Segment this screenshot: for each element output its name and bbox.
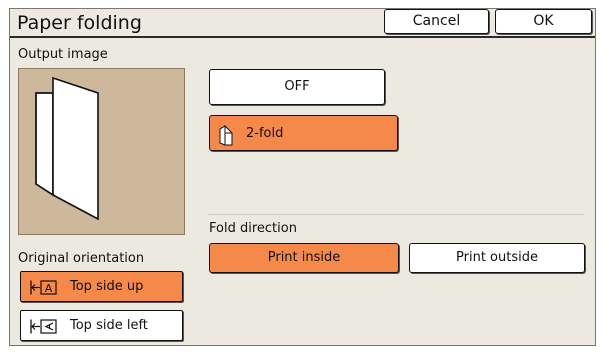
top-side-up-button[interactable]: A Top side up [20, 271, 183, 302]
fold-direction-label: Fold direction [209, 221, 297, 236]
print-inside-label: Print inside [267, 250, 341, 265]
fold-off-label: OFF [284, 79, 310, 94]
dialog-title: Paper folding [17, 12, 142, 34]
output-image-label: Output image [18, 47, 108, 62]
ok-button[interactable]: OK [495, 9, 592, 34]
svg-text:A: A [45, 282, 53, 295]
top-side-up-icon: A [30, 280, 57, 295]
fold-off-button[interactable]: OFF [209, 69, 385, 105]
original-orientation-label: Original orientation [18, 251, 145, 266]
output-image-preview [18, 68, 185, 235]
two-fold-label: 2-fold [246, 126, 284, 141]
top-side-up-label: Top side up [70, 279, 144, 294]
fold-direction-divider [208, 214, 584, 215]
top-side-left-button[interactable]: Top side left [20, 310, 183, 341]
top-side-left-label: Top side left [70, 318, 148, 333]
paper-folding-dialog: Paper folding Cancel OK Output image OFF… [9, 8, 596, 346]
print-outside-label: Print outside [456, 250, 538, 265]
title-bar: Paper folding Cancel OK [10, 9, 595, 38]
print-inside-button[interactable]: Print inside [209, 243, 399, 273]
cancel-button[interactable]: Cancel [384, 9, 489, 34]
two-fold-button[interactable]: 2-fold [209, 115, 398, 151]
folded-paper-icon [35, 76, 99, 221]
print-outside-button[interactable]: Print outside [409, 243, 585, 273]
top-side-left-icon [30, 319, 57, 334]
two-fold-icon [219, 124, 233, 146]
